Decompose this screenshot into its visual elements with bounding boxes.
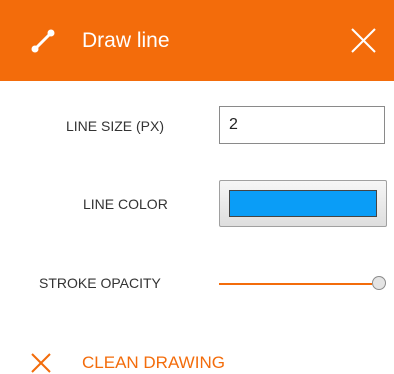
clean-drawing-label: CLEAN DRAWING — [82, 353, 225, 372]
panel-title: Draw line — [82, 29, 170, 52]
stroke-opacity-label: STROKE OPACITY — [39, 275, 161, 291]
close-icon — [31, 353, 51, 373]
line-size-label: LINE SIZE (PX) — [66, 118, 165, 134]
line-color-label: LINE COLOR — [83, 196, 168, 212]
slider-track — [219, 283, 372, 285]
stroke-opacity-slider[interactable] — [219, 276, 386, 292]
line-draw-icon — [31, 29, 55, 53]
slider-handle[interactable] — [372, 276, 386, 290]
close-icon[interactable] — [350, 27, 377, 54]
line-color-picker[interactable] — [219, 180, 387, 227]
draw-line-panel: Draw line LINE SIZE (PX) LINE COLOR STRO… — [0, 0, 394, 374]
line-color-swatch — [229, 190, 377, 217]
panel-header: Draw line — [0, 0, 394, 81]
line-size-input[interactable] — [219, 106, 385, 144]
